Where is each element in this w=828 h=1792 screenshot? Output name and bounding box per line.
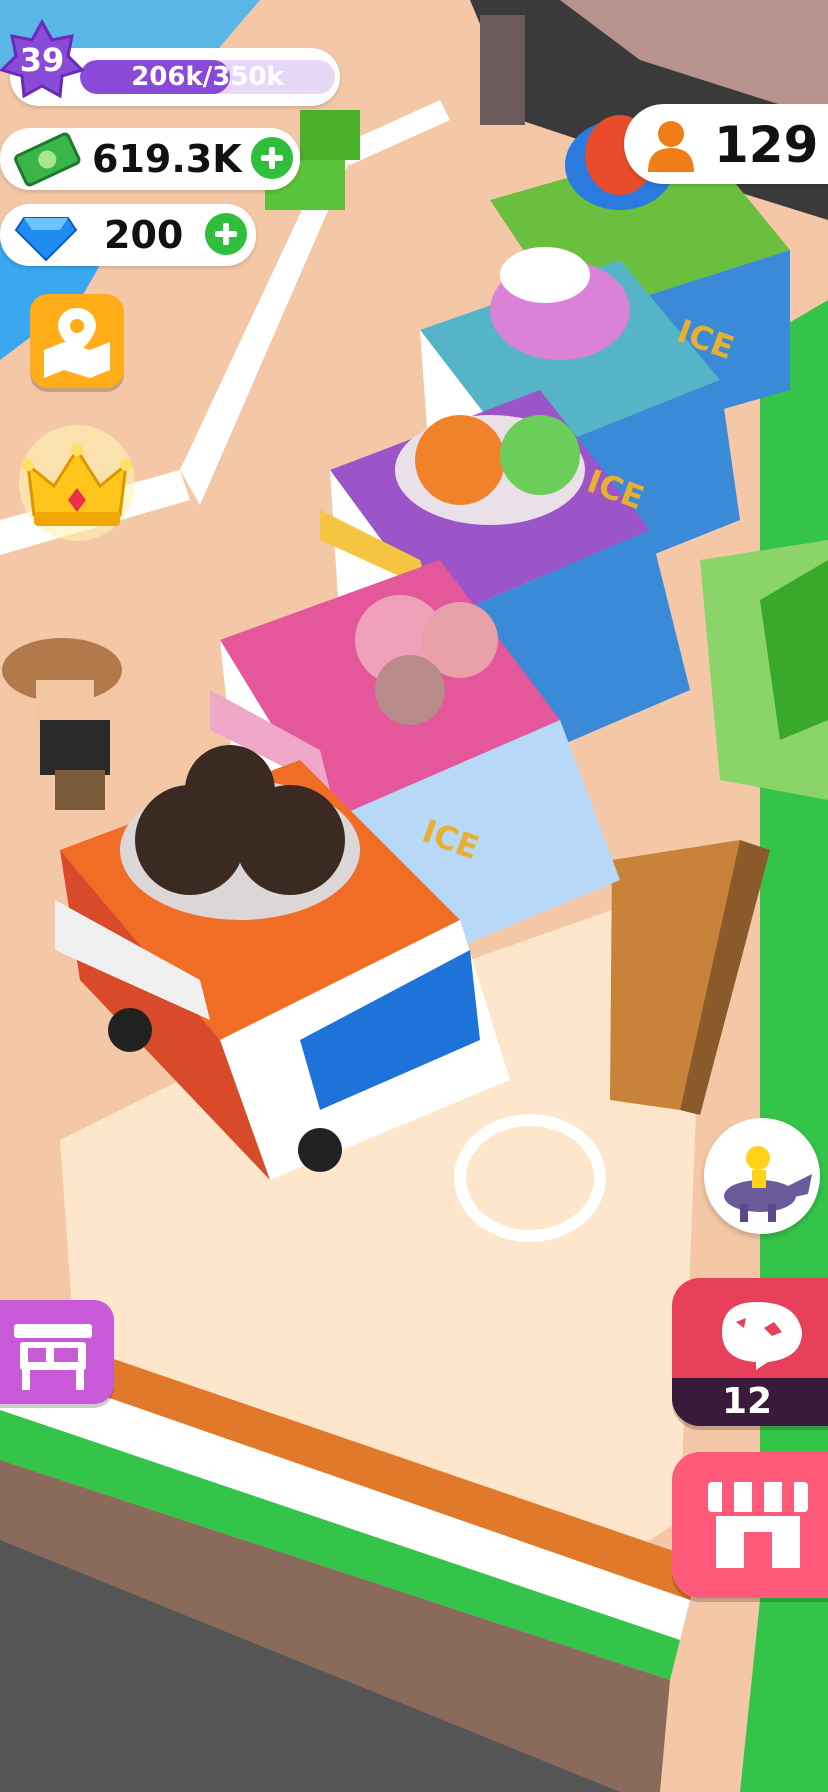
shop-button[interactable] <box>672 1452 828 1598</box>
shop-icon <box>708 1482 808 1568</box>
person-icon <box>640 114 702 176</box>
level-number: 39 <box>19 41 65 79</box>
plus-icon <box>215 223 237 245</box>
cash-icon <box>10 128 82 190</box>
crown-button[interactable] <box>14 420 140 546</box>
level-badge[interactable]: 39 <box>0 18 85 102</box>
visitors-count: 129 <box>714 116 819 174</box>
dino-rider-icon <box>724 1146 812 1222</box>
add-gems-button[interactable] <box>202 210 250 258</box>
dino-count-button[interactable]: 12 <box>672 1278 828 1426</box>
post <box>480 15 525 125</box>
cash-amount: 619.3K <box>92 137 242 181</box>
add-cash-button[interactable] <box>248 134 296 182</box>
dino-button[interactable] <box>704 1118 820 1234</box>
xp-text: 206k/350k <box>131 62 284 92</box>
crown-icon <box>19 425 135 541</box>
dino-head-icon <box>702 1292 812 1372</box>
map-pin-icon <box>44 308 110 378</box>
dino-count: 12 <box>721 1381 773 1422</box>
stall-icon <box>14 1324 92 1390</box>
diamond-icon <box>10 204 82 266</box>
map-button[interactable] <box>30 294 124 388</box>
stall-button[interactable] <box>0 1300 114 1404</box>
plus-icon <box>261 147 283 169</box>
gems-amount: 200 <box>104 213 184 257</box>
